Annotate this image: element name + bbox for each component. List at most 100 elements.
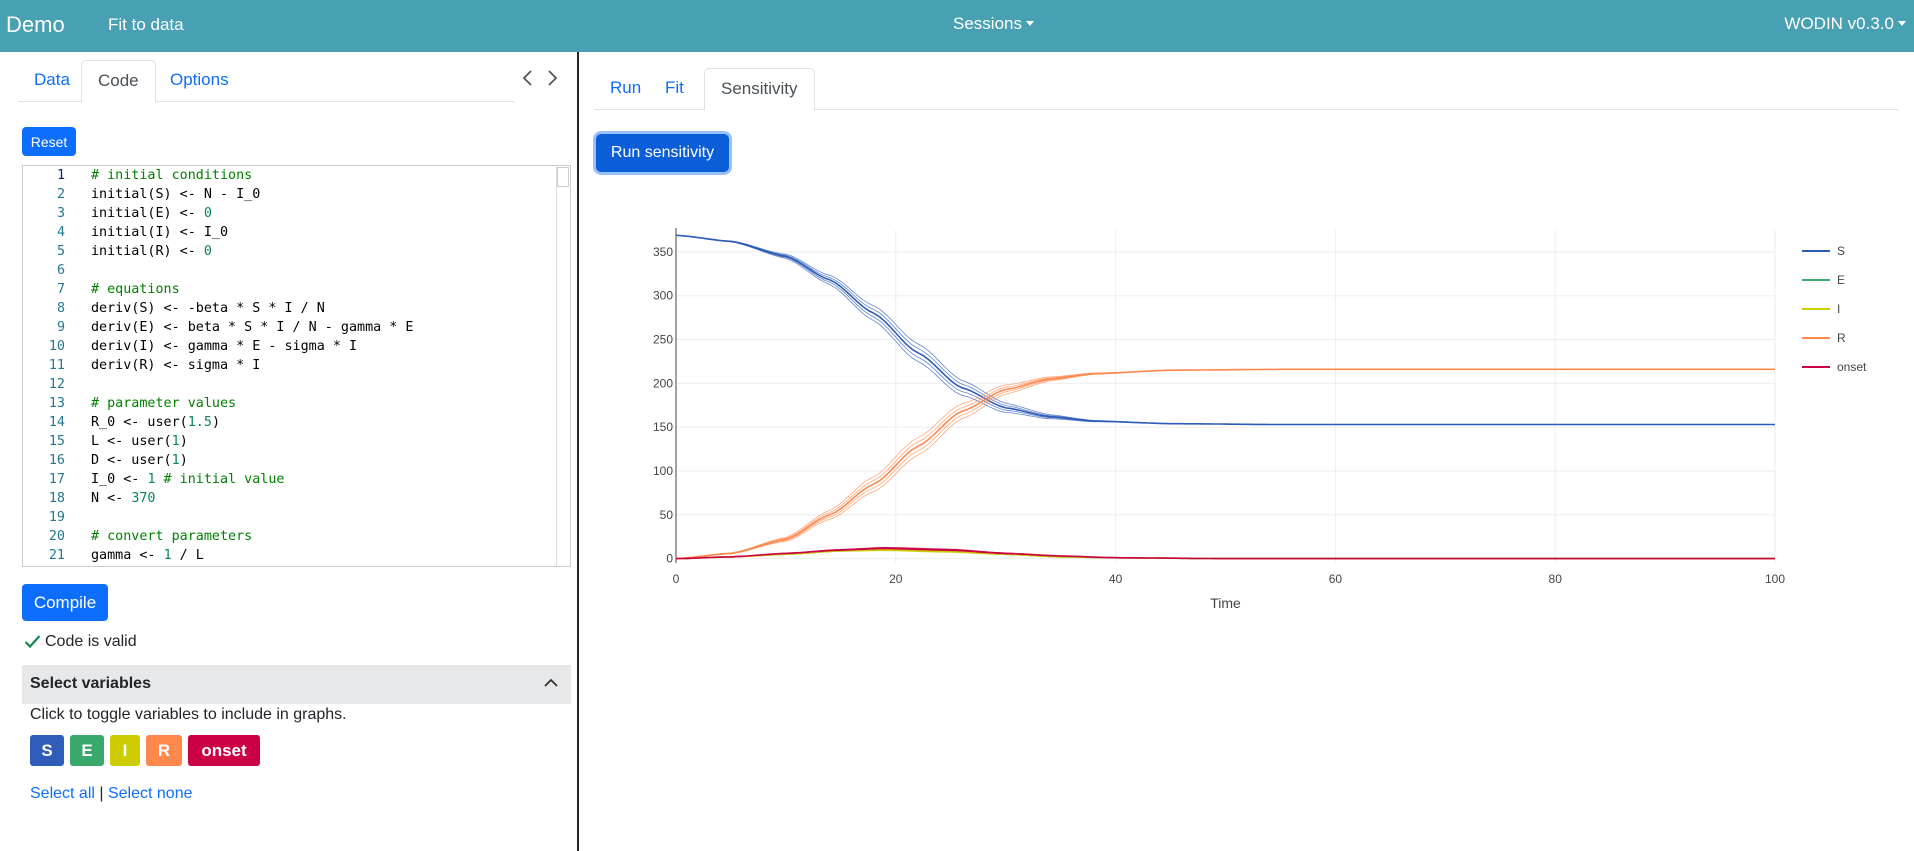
line-number: 21 [48,548,65,563]
tab-data[interactable]: Data [18,60,86,102]
tab-sensitivity[interactable]: Sensitivity [704,68,815,111]
series-line-onset [675,546,1775,559]
code-text: L <- user(1) [91,434,188,449]
line-number: 14 [48,415,65,430]
x-tick-label: 40 [1109,572,1123,586]
y-tick-label: 100 [653,464,673,478]
code-text: initial(E) <- 0 [91,206,212,221]
variable-toggle-R[interactable]: R [146,735,182,766]
y-tick-label: 250 [653,333,673,347]
series-line-I [675,549,1775,559]
caret-down-icon [1025,21,1034,26]
series-line-R [675,368,1775,560]
select-variables-header[interactable]: Select variables [22,665,571,704]
variable-toggle-E[interactable]: E [70,735,104,766]
x-tick-label: 100 [1765,572,1785,586]
line-number: 13 [48,396,65,411]
line-number: 5 [56,244,65,259]
app-brand[interactable]: Demo [6,12,65,38]
select-none-link[interactable]: Select none [108,785,193,802]
chevron-up-icon [544,678,558,687]
series-line-I [675,549,1775,560]
pane-resize-handle[interactable] [577,52,579,851]
code-text: initial(S) <- N - I_0 [91,187,261,202]
y-tick-label: 0 [666,552,673,566]
series-line-R [675,368,1775,559]
y-tick-label: 200 [653,376,673,390]
line-number: 3 [56,206,65,221]
code-text: # initial conditions [91,168,253,183]
editor-scrollbar[interactable] [556,166,570,566]
line-number: 11 [48,358,65,373]
y-tick-label: 300 [653,289,673,303]
code-text: gamma <- 1 / L [91,548,204,563]
select-links-separator: | [99,785,104,802]
legend-label-E: E [1837,273,1845,287]
x-tick-label: 0 [673,572,680,586]
expand-right-icon[interactable] [543,67,561,89]
x-tick-label: 80 [1549,572,1563,586]
compile-button[interactable]: Compile [22,584,108,621]
code-text: D <- user(1) [91,453,188,468]
check-icon [24,635,41,649]
legend-label-R: R [1837,331,1846,345]
code-status: Code is valid [24,633,137,651]
chart-svg: 0 20 40 60 80 100 0 50 100 150 200 250 300 350 Time S E I… [653,228,1867,611]
code-text: I_0 <- 1 # initial value [91,472,285,487]
variable-toggle-I[interactable]: I [110,735,140,766]
variable-toggle-S[interactable]: S [30,735,64,766]
x-tick-label: 60 [1329,572,1343,586]
series-line-S [675,234,1775,425]
x-axis-title: Time [1210,595,1241,611]
sessions-label: Sessions [953,14,1022,33]
x-tick-label: 20 [889,572,903,586]
line-number: 1 [56,168,65,183]
y-tick-label: 350 [653,245,673,259]
caret-down-icon [1898,21,1906,26]
code-text: R_0 <- user(1.5) [91,415,220,430]
y-tick-label: 150 [653,420,673,434]
select-variables-hint: Click to toggle variables to include in … [30,706,347,723]
line-number: 19 [48,510,65,525]
select-variables-title: Select variables [30,675,151,692]
select-all-link[interactable]: Select all [30,785,95,802]
editor-scrollbar-thumb[interactable] [557,167,569,187]
legend-label-onset: onset [1837,360,1867,374]
variable-toggle-onset[interactable]: onset [188,735,260,766]
legend-label-I: I [1837,302,1840,316]
version-dropdown[interactable]: WODIN v0.3.0 [1784,14,1906,34]
tab-options[interactable]: Options [154,60,245,102]
line-number: 16 [48,453,65,468]
code-text: deriv(E) <- beta * S * I / N - gamma * E [91,320,414,335]
line-number: 18 [48,491,65,506]
line-number: 9 [56,320,65,335]
right-tab-bar: Run Fit Sensitivity [594,68,1898,111]
left-tab-bar: Data Code Options [18,60,514,103]
app-type-link[interactable]: Fit to data [108,15,184,35]
line-number: 10 [48,339,65,354]
sensitivity-chart[interactable]: 0 20 40 60 80 100 0 50 100 150 200 250 300 350 Time S E I… [600,215,1900,645]
series-line-R [675,368,1775,560]
tab-fit[interactable]: Fit [649,68,700,110]
line-number: 4 [56,225,65,240]
code-text: deriv(R) <- sigma * I [91,358,261,373]
tab-code[interactable]: Code [81,60,156,103]
code-text: initial(I) <- I_0 [91,225,229,240]
code-text: deriv(S) <- -beta * S * I / N [91,301,325,316]
code-text: N <- 370 [91,491,156,506]
run-sensitivity-button[interactable]: Run sensitivity [596,134,729,172]
top-navbar: Demo Fit to data Sessions WODIN v0.3.0 [0,0,1914,52]
sessions-dropdown[interactable]: Sessions [953,14,1034,34]
series-line-R [675,368,1775,560]
collapse-left-icon[interactable] [519,67,537,89]
series-line-S [675,234,1775,425]
code-text: # equations [91,282,180,297]
line-number: 7 [56,282,65,297]
series-line-S [675,234,1775,425]
reset-button[interactable]: Reset [22,127,76,156]
series-line-R [675,368,1775,559]
version-label: WODIN v0.3.0 [1784,14,1894,33]
line-number: 8 [56,301,65,316]
code-editor[interactable]: 1 # initial conditions 2 initial(S) <- N - … [22,165,571,567]
tab-run[interactable]: Run [594,68,657,110]
